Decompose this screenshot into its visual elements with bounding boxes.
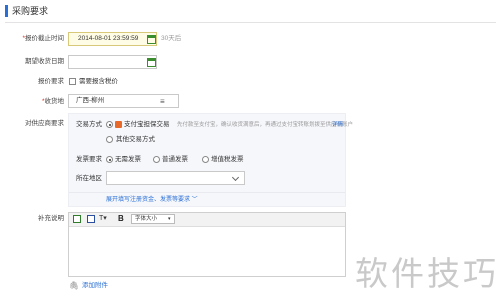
image-icon[interactable] [73, 215, 81, 223]
panel-divider [69, 192, 345, 193]
section-accent-bar [5, 5, 8, 17]
trade-detail-link[interactable]: 详情 [332, 121, 343, 130]
deadline-note: 30天后 [161, 35, 182, 42]
delivery-date-input[interactable] [68, 55, 157, 69]
bold-button[interactable]: B [118, 214, 124, 224]
deadline-label: *报价截止时间 [22, 35, 64, 42]
calendar-icon[interactable] [147, 35, 156, 44]
invoice-vat-radio[interactable] [202, 156, 209, 163]
invoice-label: 发票要求 [76, 156, 102, 163]
paperclip-icon: 🖇 [69, 281, 80, 290]
trade-other-radio[interactable] [106, 136, 113, 143]
dropdown-arrow-icon: ▾ [168, 216, 171, 222]
font-size-select[interactable]: 字体大小 ▾ [131, 214, 175, 224]
supplier-label: 对供应商要求 [25, 120, 64, 127]
location-select[interactable]: 广西-柳州 ≡ [68, 94, 179, 108]
add-attachment-link[interactable]: 添加附件 [82, 280, 108, 292]
trade-label: 交易方式 [76, 121, 102, 128]
invoice-none-radio[interactable] [106, 156, 113, 163]
tax-option-label: 需要报含税价 [79, 78, 118, 85]
trade-alipay-label: 支付宝担保交易 [124, 121, 170, 128]
invoice-none-label: 无需发票 [115, 156, 141, 163]
location-value: 广西-柳州 [76, 97, 105, 104]
deadline-value: 2014-08-01 23:59:59 [78, 35, 139, 42]
remarks-label: 补充说明 [38, 215, 64, 222]
font-size-label: 字体大小 [135, 216, 158, 222]
tax-checkbox[interactable] [69, 78, 76, 85]
section-title: 采购要求 [12, 6, 49, 16]
calendar-icon[interactable] [147, 58, 156, 67]
expand-requirements-link[interactable]: 展开填写注册资金、发票等要求 ﹀ [106, 196, 198, 205]
region-select[interactable] [106, 171, 245, 185]
invoice-normal-label: 普通发票 [162, 156, 188, 163]
quote-label: 报价要求 [38, 78, 64, 85]
chevron-down-icon [231, 173, 240, 182]
deadline-input[interactable]: 2014-08-01 23:59:59 [68, 32, 157, 46]
text-color-icon[interactable]: T▾ [99, 214, 107, 224]
section-divider [5, 22, 496, 23]
editor-toolbar [69, 213, 345, 227]
trade-alipay-radio[interactable] [106, 121, 113, 128]
invoice-normal-radio[interactable] [153, 156, 160, 163]
location-label: *收货地 [41, 98, 64, 105]
menu-icon: ≡ [160, 97, 165, 106]
delivery-label: 期望收货日期 [25, 58, 64, 65]
alipay-shield-icon [115, 121, 122, 128]
region-label: 所在地区 [76, 175, 102, 182]
invoice-vat-label: 增值税发票 [211, 156, 244, 163]
trade-other-label: 其他交易方式 [116, 136, 155, 143]
table-icon[interactable] [87, 215, 95, 223]
trade-hint: 先付款至支付宝，确认收货满意后，再通过支付宝转账划拨至供应商账户 [177, 122, 354, 128]
watermark-text: 软件技巧 [355, 254, 499, 293]
